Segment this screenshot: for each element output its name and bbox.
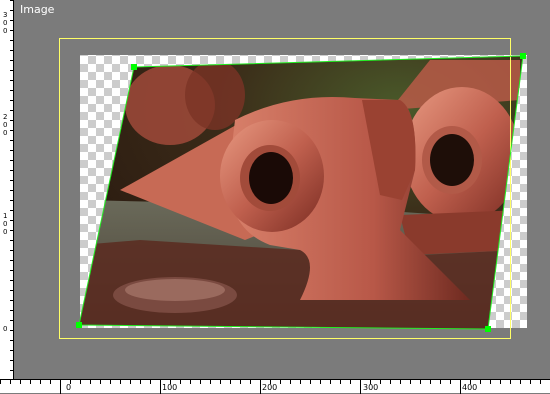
v-ruler-label-digit: 0 (3, 220, 8, 228)
image-canvas-area[interactable]: Image (0, 0, 550, 393)
h-ruler-label-400: 400 (462, 383, 478, 392)
v-ruler-label-digit: 1 (3, 212, 8, 220)
vertical-ruler[interactable]: 3002001000 (0, 0, 14, 379)
h-ruler-label-0: 0 (66, 383, 72, 392)
v-ruler-label-digit: 0 (3, 325, 8, 333)
h-ruler-label-100: 100 (162, 383, 178, 392)
view-title: Image (20, 3, 55, 16)
v-ruler-label-digit: 3 (3, 11, 8, 19)
image-canvas[interactable] (0, 0, 550, 393)
h-ruler-label-300: 300 (363, 383, 379, 392)
transform-handle-bottom-right[interactable] (485, 326, 491, 332)
v-ruler-label-digit: 2 (3, 113, 8, 121)
v-ruler-label-digit: 0 (3, 27, 8, 35)
h-ruler-label-200: 200 (262, 383, 278, 392)
vertical-ruler-ticks (10, 0, 14, 371)
horizontal-ruler[interactable]: 0 100 200 300 400 (0, 379, 550, 394)
photo-layer[interactable] (70, 50, 540, 340)
v-ruler-label-digit: 0 (3, 19, 8, 27)
v-ruler-label-digit: 0 (3, 129, 8, 137)
v-ruler-label-digit: 0 (3, 121, 8, 129)
transform-handle-top-left[interactable] (131, 64, 137, 70)
v-ruler-label-digit: 0 (3, 228, 8, 236)
transform-handle-top-right[interactable] (520, 53, 526, 59)
transform-handle-bottom-left[interactable] (76, 322, 82, 328)
